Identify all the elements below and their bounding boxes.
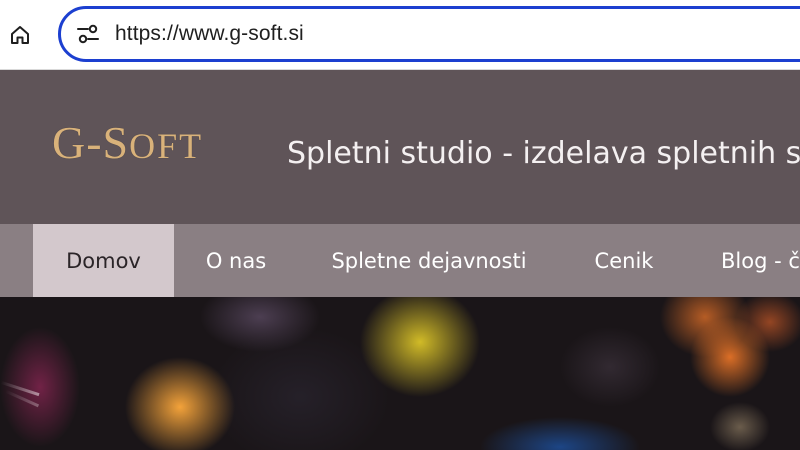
site-header: G-SOFT Spletni studio - izdelava spletni… (0, 70, 800, 224)
site-tagline: Spletni studio - izdelava spletnih stran… (287, 136, 800, 171)
home-icon (11, 26, 29, 44)
site-logo[interactable]: G-SOFT (52, 120, 203, 166)
logo-text: G-SOFT (52, 117, 204, 168)
nav-item-label: Blog - članki (721, 248, 800, 273)
nav-item-label: O nas (205, 248, 267, 273)
nav-item-domov[interactable]: Domov (33, 224, 174, 297)
nav-item-cenik[interactable]: Cenik (560, 224, 688, 297)
nav-item-label: Cenik (594, 248, 654, 273)
nav-item-blog[interactable]: Blog - članki (688, 224, 800, 297)
address-bar[interactable]: https://www.g-soft.si (58, 6, 800, 62)
nav-item-label: Spletne dejavnosti (331, 248, 527, 273)
url-text[interactable]: https://www.g-soft.si (115, 22, 304, 46)
nav-item-o-nas[interactable]: O nas (174, 224, 298, 297)
hero-image (0, 297, 800, 450)
nav-item-spletne-dejavnosti[interactable]: Spletne dejavnosti (298, 224, 560, 297)
home-button[interactable] (4, 19, 36, 51)
main-nav: Domov O nas Spletne dejavnosti Cenik Blo… (0, 224, 800, 297)
site-info-button[interactable] (73, 21, 103, 47)
light-streak (0, 380, 40, 397)
browser-toolbar: https://www.g-soft.si (0, 0, 800, 70)
nav-item-label: Domov (66, 248, 141, 273)
site-info-icon (77, 24, 99, 44)
